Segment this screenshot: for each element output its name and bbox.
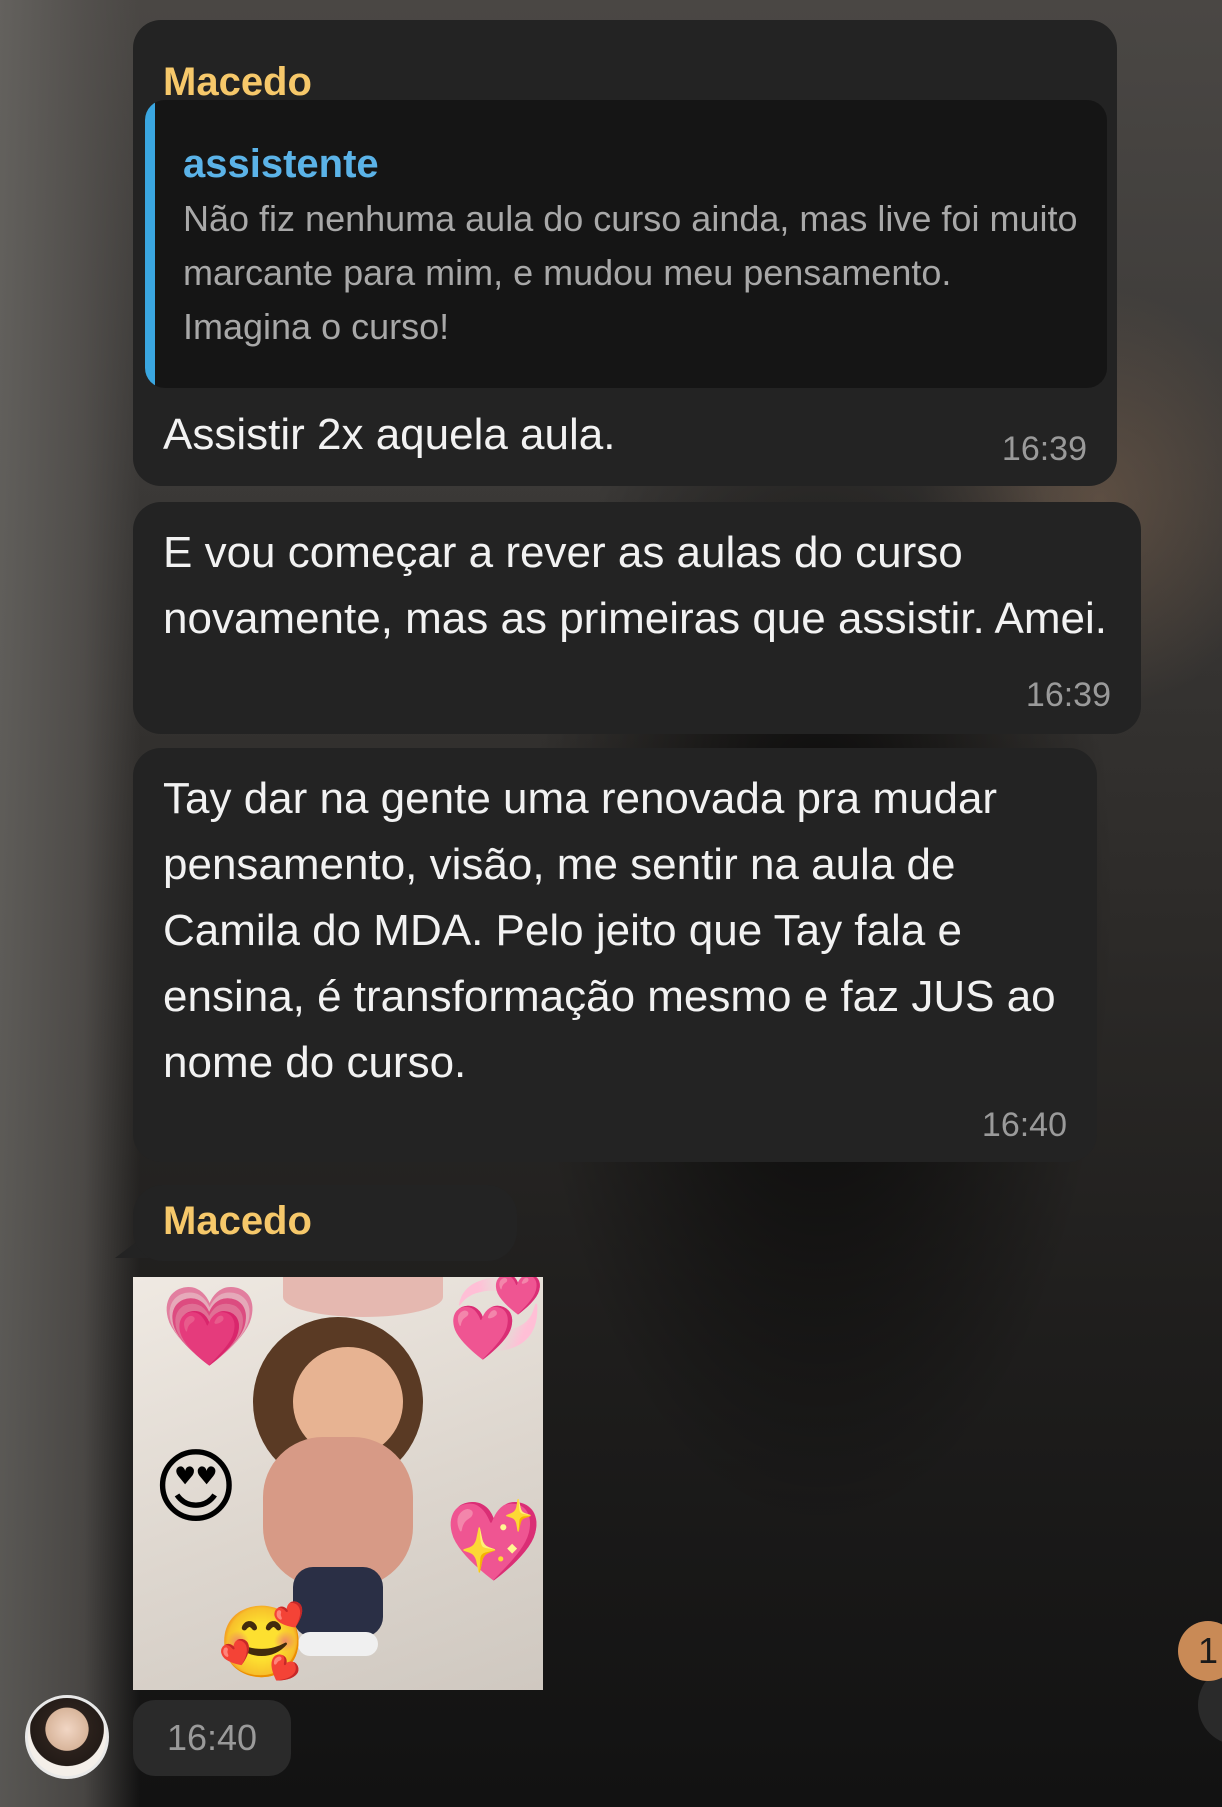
reply-accent-bar — [145, 100, 155, 388]
child-shoes — [298, 1632, 378, 1656]
sender-pill[interactable]: Macedo — [133, 1185, 517, 1261]
smiling-hearts-icon: 🥰 — [218, 1603, 306, 1681]
sender-name[interactable]: Macedo — [163, 60, 312, 105]
sender-avatar[interactable] — [25, 1695, 109, 1779]
photo-cushion — [283, 1277, 443, 1317]
sender-name[interactable]: Macedo — [163, 1199, 312, 1244]
reply-author: assistente — [183, 142, 379, 186]
heart-eyes-icon: 😍 — [153, 1442, 239, 1533]
reply-quote[interactable]: assistente Não fiz nenhuma aula do curso… — [145, 100, 1107, 388]
message-text: E vou começar a rever as aulas do curso … — [163, 528, 1107, 643]
message-text: Assistir 2x aquela aula. — [163, 410, 616, 459]
message-bubble[interactable]: Tay dar na gente uma renovada pra mudar … — [133, 748, 1097, 1162]
child-legs — [293, 1567, 383, 1637]
message-time: 16:40 — [981, 1106, 1067, 1144]
message-time: 16:40 — [133, 1700, 291, 1776]
message-bubble[interactable]: Macedo assistente Não fiz nenhuma aula d… — [133, 20, 1117, 486]
child-body — [263, 1437, 413, 1587]
reply-text: Não fiz nenhuma aula do curso ainda, mas… — [183, 198, 1078, 347]
wallpaper-wall — [0, 0, 140, 1807]
pink-heart-icon: 💗 — [161, 1282, 259, 1370]
message-text: Tay dar na gente uma renovada pra mudar … — [163, 774, 1056, 1087]
photo-message[interactable]: 💗 💞 😍 💖 🥰 — [133, 1277, 543, 1690]
message-time: 16:39 — [1001, 430, 1087, 468]
two-hearts-icon: 💞 — [448, 1277, 543, 1360]
message-time: 16:39 — [1025, 676, 1111, 714]
message-bubble[interactable]: E vou começar a rever as aulas do curso … — [133, 502, 1141, 734]
sparkling-heart-icon: 💖 — [445, 1497, 543, 1585]
